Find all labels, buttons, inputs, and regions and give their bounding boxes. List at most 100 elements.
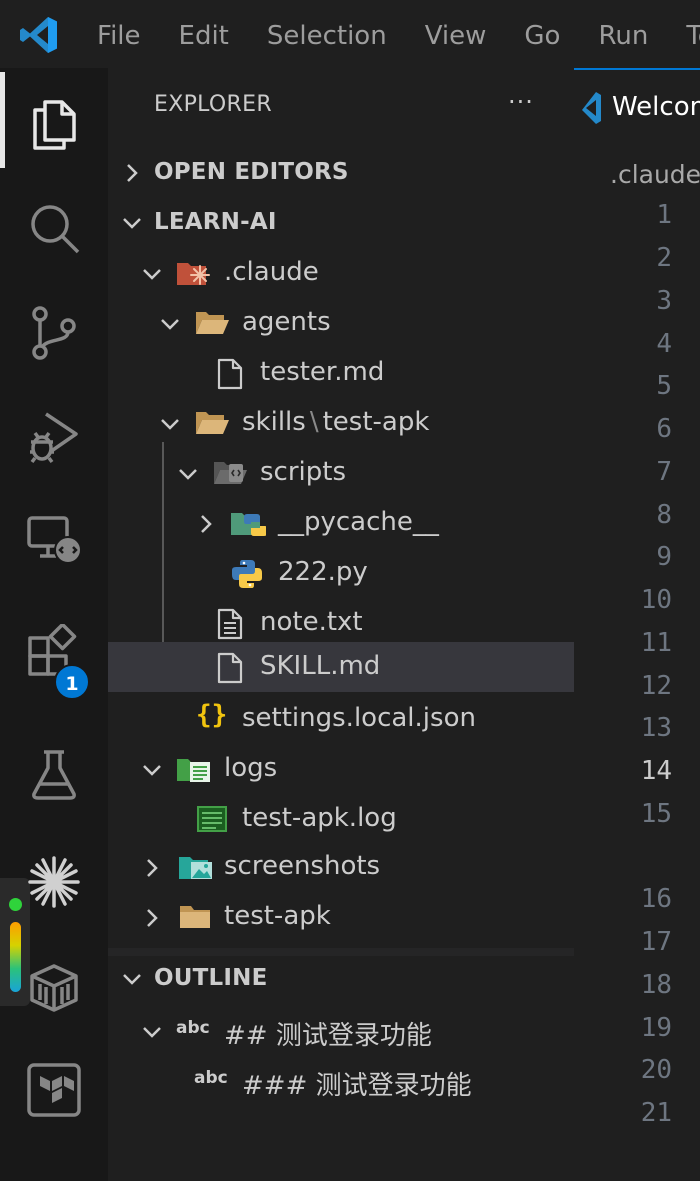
chevron-right-icon	[147, 909, 158, 927]
editor-tab-welcome[interactable]: Welcome	[574, 68, 700, 150]
source-control-activity[interactable]	[0, 280, 108, 376]
tree-label: SKILL.md	[260, 651, 381, 681]
tree-label: .claude	[224, 257, 319, 287]
terraform-icon	[27, 1063, 81, 1117]
menu-file[interactable]: File	[97, 18, 141, 54]
claude-activity[interactable]	[0, 830, 108, 926]
tree-file-test-apk-log[interactable]: test-apk.log	[108, 794, 574, 844]
tree-file-222-py[interactable]: 222.py	[108, 548, 574, 598]
extensions-update-badge: 1	[54, 664, 90, 700]
tree-file-settings-json[interactable]: {} settings.local.json	[108, 694, 574, 744]
images-folder-icon	[179, 857, 212, 879]
beaker-icon	[32, 750, 76, 800]
folder-icon	[180, 906, 210, 928]
explorer-activity[interactable]	[0, 72, 108, 168]
line-number: 3	[656, 286, 672, 316]
extensions-activity[interactable]: 1	[0, 600, 108, 700]
container-box-icon	[30, 964, 78, 1012]
vscode-tab-icon	[582, 92, 601, 124]
menu-edit[interactable]: Edit	[179, 18, 229, 54]
open-editors-section[interactable]: OPEN EDITORS	[108, 148, 574, 198]
tree-folder-agents[interactable]: agents	[108, 298, 574, 348]
outline-section[interactable]: OUTLINE	[108, 954, 574, 1004]
vscode-logo-icon	[20, 17, 57, 53]
string-symbol-icon: abc	[176, 1018, 210, 1038]
chevron-down-icon	[143, 765, 161, 776]
tree-file-note-txt[interactable]: note.txt	[108, 598, 574, 648]
line-number: 6	[656, 414, 672, 444]
remote-explorer-icon	[27, 516, 82, 564]
activity-bar: 1	[0, 68, 108, 1181]
chevron-right-icon	[201, 515, 212, 533]
outline-label: OUTLINE	[154, 965, 268, 991]
line-number: 11	[640, 628, 672, 658]
line-number: 5	[656, 371, 672, 401]
menu-bar: File Edit Selection View Go Run Te	[97, 18, 700, 54]
terraform-activity[interactable]	[0, 1038, 108, 1134]
workspace-section[interactable]: LEARN-AI	[108, 198, 574, 248]
tree-label: test-apk	[224, 901, 331, 931]
chevron-down-icon	[123, 218, 141, 229]
breadcrumb[interactable]: .claude	[610, 160, 700, 189]
menu-view[interactable]: View	[425, 18, 487, 54]
menu-go[interactable]: Go	[524, 18, 560, 54]
run-debug-icon	[30, 412, 78, 464]
tree-label: ## 测试登录功能	[224, 1021, 432, 1051]
tree-label: tester.md	[260, 357, 385, 387]
open-editors-label: OPEN EDITORS	[154, 159, 349, 185]
title-bar: File Edit Selection View Go Run Te	[0, 0, 700, 68]
remote-explorer-activity[interactable]	[0, 488, 108, 584]
python-icon	[232, 560, 262, 588]
containers-activity[interactable]	[0, 934, 108, 1030]
tree-folder-skills-test-apk[interactable]: skills \ test-apk	[108, 398, 574, 448]
search-activity[interactable]	[0, 176, 108, 272]
tree-label: logs	[224, 753, 278, 783]
line-number: 2	[656, 243, 672, 273]
line-number: 17	[640, 927, 672, 957]
json-icon: {}	[196, 700, 228, 730]
python-folder-icon	[231, 513, 266, 536]
menu-run[interactable]: Run	[598, 18, 648, 54]
tree-folder-screenshots[interactable]: screenshots	[108, 842, 574, 892]
line-number: 7	[656, 457, 672, 487]
menu-selection[interactable]: Selection	[267, 18, 387, 54]
tree-file-tester-md[interactable]: tester.md	[108, 348, 574, 398]
tree-folder-logs[interactable]: logs	[108, 744, 574, 794]
line-number: 20	[640, 1055, 672, 1085]
chevron-down-icon	[123, 974, 141, 985]
tree-folder-pycache[interactable]: __pycache__	[108, 498, 574, 548]
editor-content[interactable]	[574, 150, 700, 1181]
text-file-icon	[217, 608, 243, 640]
tree-folder-test-apk[interactable]: test-apk	[108, 892, 574, 942]
chevron-right-icon	[127, 164, 138, 182]
explorer-sidebar: EXPLORER ··· OPEN EDITORS LEARN-AI .clau…	[108, 68, 574, 1181]
line-number: 19	[640, 1013, 672, 1043]
tree-label: scripts	[260, 457, 346, 487]
tree-folder-scripts[interactable]: scripts	[108, 448, 574, 498]
tree-file-skill-md[interactable]: SKILL.md	[108, 642, 574, 692]
log-file-icon	[197, 806, 227, 832]
tree-label: __pycache__	[278, 507, 439, 537]
tree-label: agents	[242, 307, 331, 337]
tree-label: screenshots	[224, 851, 381, 881]
outline-item[interactable]: abc ## 测试登录功能	[108, 1006, 574, 1056]
chevron-down-icon	[179, 469, 197, 480]
tree-label: test-apk.log	[242, 803, 397, 833]
files-icon	[33, 100, 76, 150]
run-debug-activity[interactable]	[0, 384, 108, 480]
more-actions-button[interactable]: ···	[508, 88, 534, 116]
line-number: 16	[640, 884, 672, 914]
testing-activity[interactable]	[0, 722, 108, 818]
scripts-folder-icon	[214, 462, 247, 484]
tree-folder-claude[interactable]: .claude	[108, 248, 574, 298]
menu-terminal[interactable]: Te	[686, 18, 700, 54]
line-number: 1	[656, 200, 672, 230]
tree-label: 222.py	[278, 557, 368, 587]
outline-item[interactable]: abc ### 测试登录功能	[108, 1056, 574, 1106]
chevron-down-icon	[143, 1027, 161, 1038]
tab-title: Welcome	[612, 92, 700, 122]
line-number: 13	[640, 713, 672, 743]
path-separator: \	[309, 407, 319, 437]
line-number: 21	[640, 1098, 672, 1128]
line-number: 15	[640, 799, 672, 829]
